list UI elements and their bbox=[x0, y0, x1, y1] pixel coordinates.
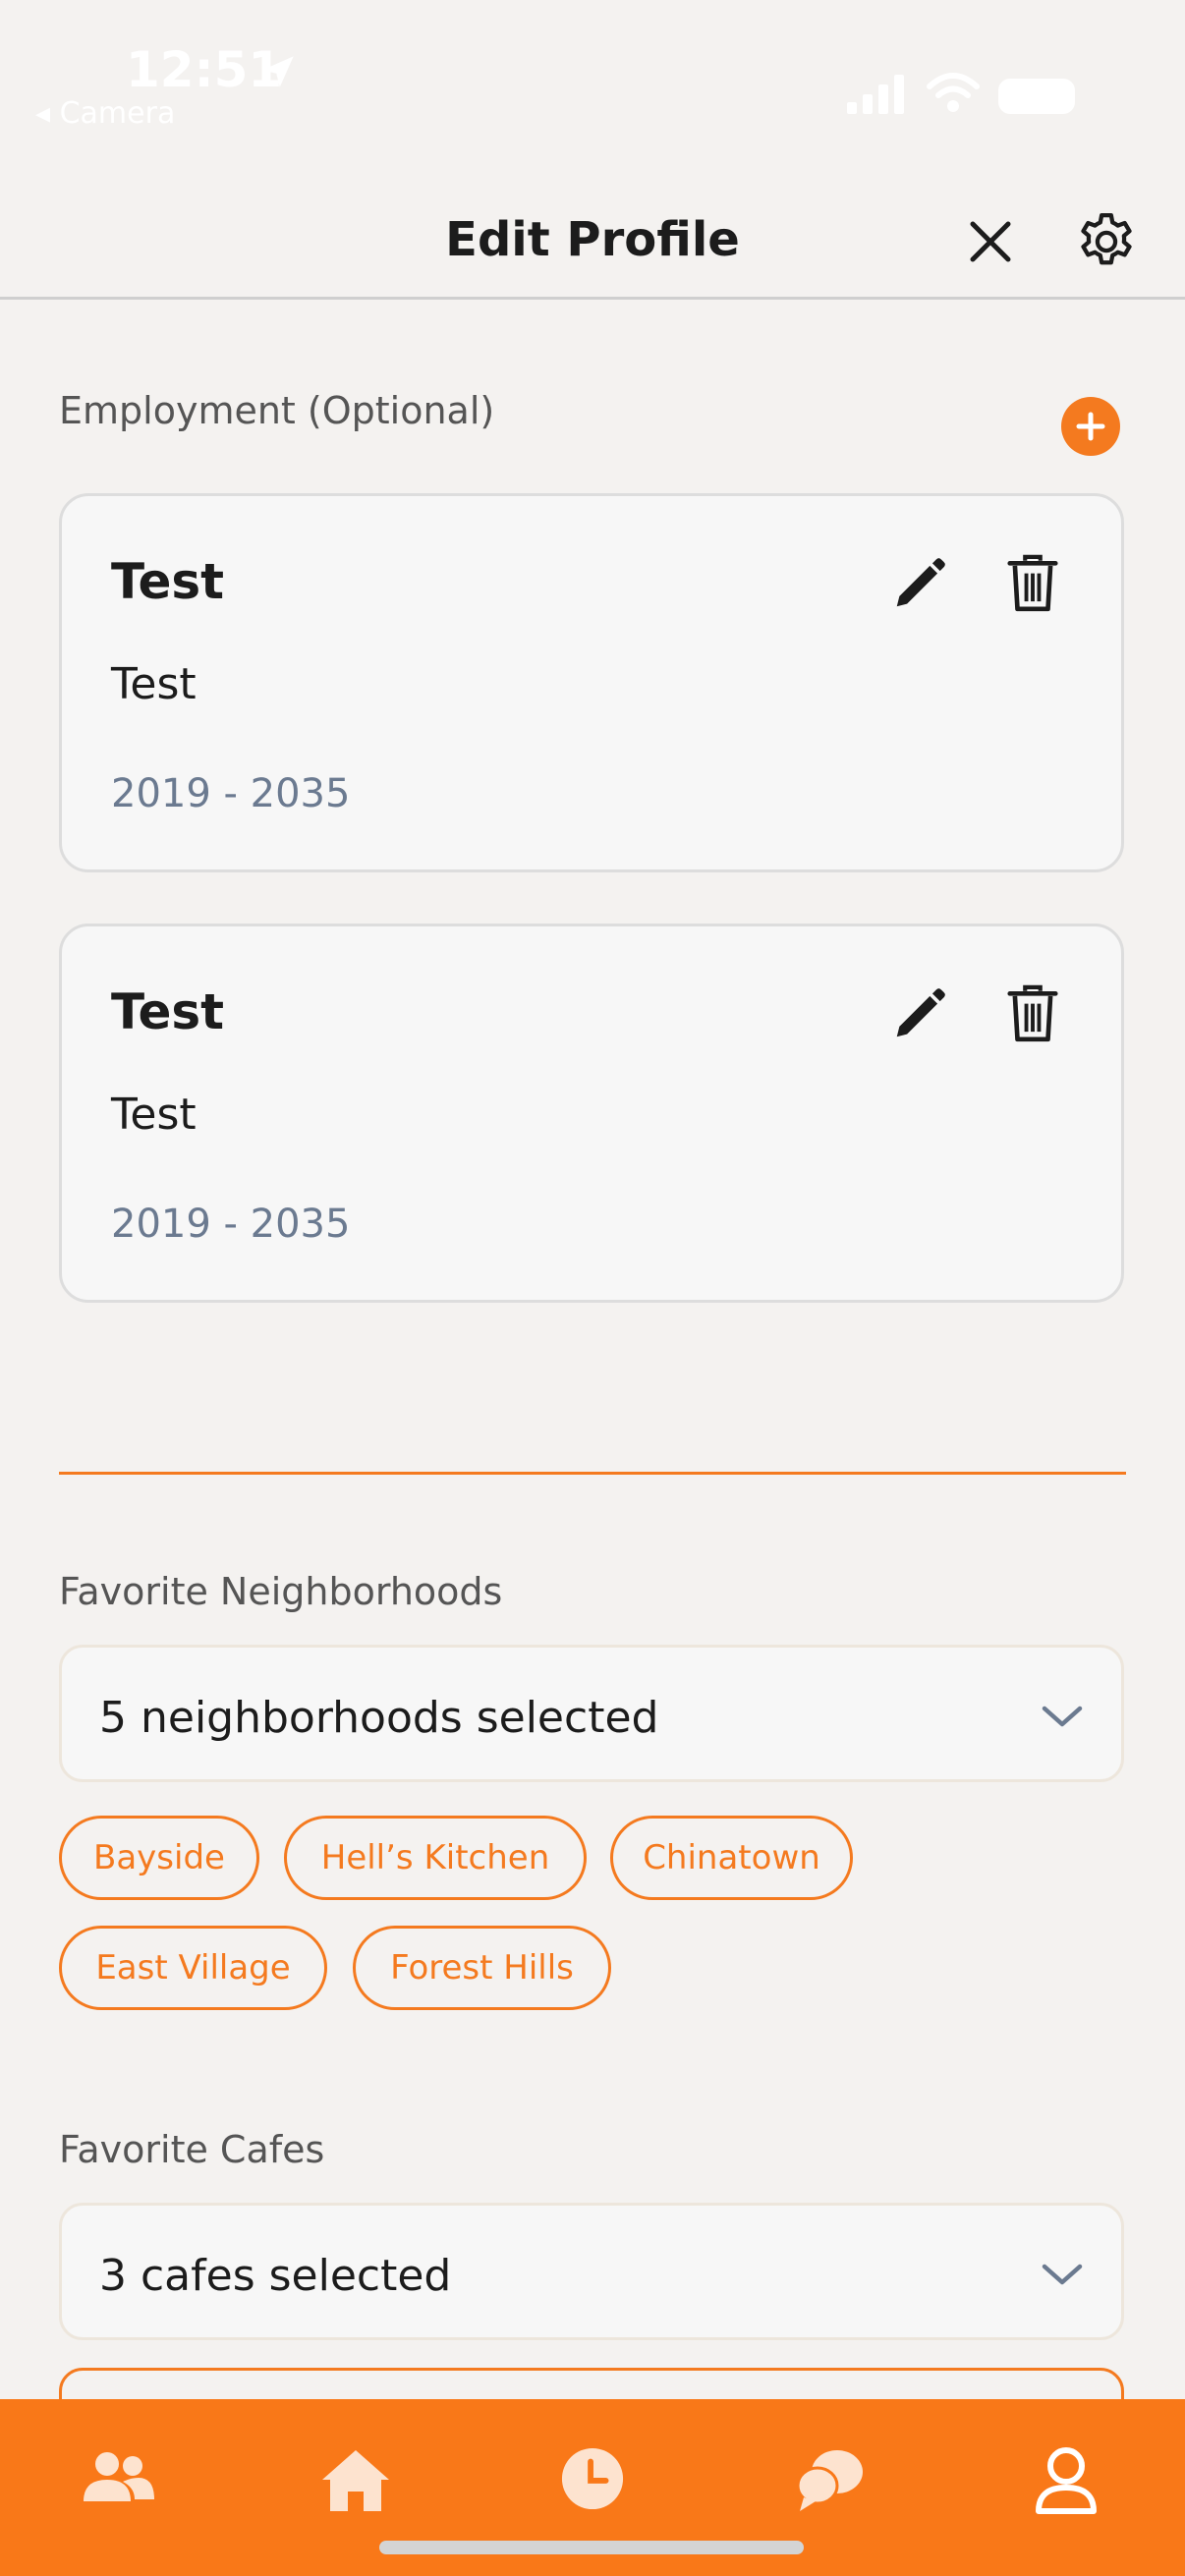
employment-card: Test Test 2019 - 2035 bbox=[59, 924, 1124, 1303]
cafes-selected-text: 3 cafes selected bbox=[99, 2251, 452, 2301]
neighborhood-chip[interactable]: Hell’s Kitchen bbox=[284, 1816, 587, 1900]
tab-messages[interactable] bbox=[710, 2399, 947, 2556]
plus-icon bbox=[1076, 412, 1105, 441]
neighborhood-chip[interactable]: Chinatown bbox=[610, 1816, 853, 1900]
settings-button[interactable] bbox=[1073, 208, 1140, 275]
chevron-down-icon bbox=[1042, 1706, 1083, 1727]
tab-home[interactable] bbox=[237, 2399, 474, 2556]
close-icon bbox=[970, 221, 1011, 262]
clock-icon bbox=[561, 2447, 623, 2510]
employment-card: Test Test 2019 - 2035 bbox=[59, 493, 1124, 872]
employment-subtitle: Test bbox=[111, 659, 197, 709]
home-icon bbox=[321, 2450, 389, 2511]
chat-icon bbox=[796, 2450, 863, 2511]
pencil-icon bbox=[896, 988, 945, 1037]
employment-dates: 2019 - 2035 bbox=[111, 771, 351, 816]
wifi-icon bbox=[926, 71, 981, 118]
neighborhood-chip[interactable]: East Village bbox=[59, 1926, 327, 2010]
people-icon bbox=[83, 2452, 154, 2501]
delete-employment-button[interactable] bbox=[1007, 553, 1058, 614]
chevron-down-icon bbox=[1042, 2264, 1083, 2285]
top-nav-bar: Edit Profile bbox=[0, 177, 1185, 300]
edit-employment-button[interactable] bbox=[889, 553, 950, 614]
edit-employment-button[interactable] bbox=[889, 983, 950, 1044]
employment-dates: 2019 - 2035 bbox=[111, 1202, 351, 1247]
add-employment-button[interactable] bbox=[1061, 397, 1120, 456]
location-arrow-icon bbox=[257, 51, 299, 96]
employment-section-label: Employment (Optional) bbox=[59, 389, 495, 432]
neighborhoods-section-label: Favorite Neighborhoods bbox=[59, 1570, 503, 1613]
employment-title: Test bbox=[111, 983, 225, 1040]
employment-title: Test bbox=[111, 553, 225, 610]
neighborhoods-dropdown[interactable]: 5 neighborhoods selected bbox=[59, 1645, 1124, 1782]
trash-icon bbox=[1007, 984, 1058, 1042]
tab-profile[interactable] bbox=[947, 2399, 1184, 2556]
cafes-section-label: Favorite Cafes bbox=[59, 2128, 325, 2171]
neighborhood-chip[interactable]: Forest Hills bbox=[353, 1926, 611, 2010]
battery-icon bbox=[998, 79, 1075, 114]
close-button[interactable] bbox=[963, 214, 1018, 269]
delete-employment-button[interactable] bbox=[1007, 983, 1058, 1044]
cafes-dropdown[interactable]: 3 cafes selected bbox=[59, 2203, 1124, 2340]
employment-subtitle: Test bbox=[111, 1090, 197, 1140]
profile-icon bbox=[1035, 2447, 1097, 2514]
neighborhood-chip[interactable]: Bayside bbox=[59, 1816, 259, 1900]
home-indicator[interactable] bbox=[379, 2541, 804, 2554]
trash-icon bbox=[1007, 554, 1058, 612]
gear-icon bbox=[1081, 212, 1132, 265]
tab-people[interactable] bbox=[0, 2399, 237, 2556]
status-bar: 12:51 ◂ Camera bbox=[0, 0, 1185, 177]
tab-history[interactable] bbox=[474, 2399, 710, 2556]
neighborhoods-selected-text: 5 neighborhoods selected bbox=[99, 1693, 659, 1743]
back-to-camera-link[interactable]: ◂ Camera bbox=[35, 96, 175, 131]
pencil-icon bbox=[896, 558, 945, 607]
signal-icon bbox=[847, 75, 910, 118]
section-divider bbox=[59, 1472, 1126, 1475]
